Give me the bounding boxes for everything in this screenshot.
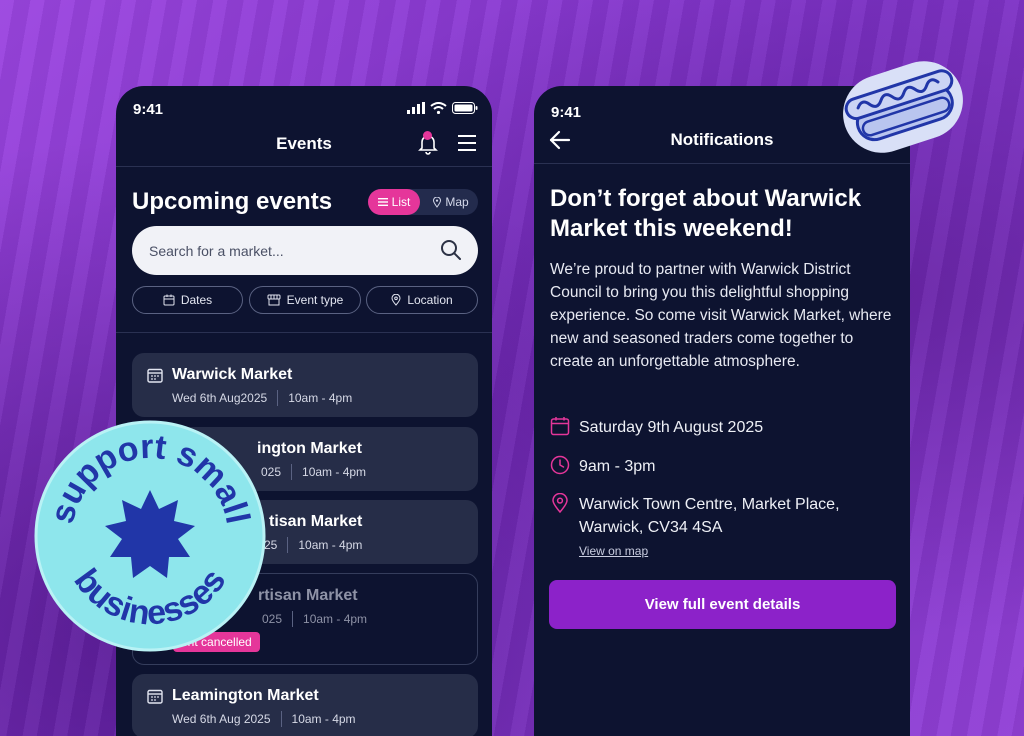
event-time: 10am - 4pm <box>302 465 367 479</box>
list-view-button[interactable]: List <box>368 189 420 215</box>
support-small-businesses-sticker: support small businesses <box>34 420 266 652</box>
notification-phone: 9:41 Notifications Don’t forget about Wa… <box>534 86 910 736</box>
wifi-icon <box>430 102 447 114</box>
events-header: Events <box>116 126 492 166</box>
event-title: rtisan Market <box>258 587 358 604</box>
view-on-map-link[interactable]: View on map <box>579 544 648 558</box>
status-icons <box>407 102 478 114</box>
map-view-label: Map <box>445 195 469 209</box>
event-title: tisan Market <box>269 513 363 530</box>
meta-separator <box>287 537 289 553</box>
event-time: 9am - 3pm <box>579 458 656 475</box>
event-title: ington Market <box>257 440 362 457</box>
filter-event-type-button[interactable]: Event type <box>249 286 361 314</box>
header-divider <box>116 166 492 167</box>
notification-dot <box>423 131 432 140</box>
clock-icon <box>550 455 570 475</box>
location-pin-icon <box>552 493 568 513</box>
meta-separator <box>292 611 294 627</box>
filter-location-button[interactable]: Location <box>366 286 478 314</box>
event-card[interactable]: Warwick Market Wed 6th Aug2025 10am - 4p… <box>132 353 478 417</box>
event-time: 10am - 4pm <box>288 391 353 405</box>
market-stall-icon <box>267 294 281 306</box>
event-date: Wed 6th Aug2025 <box>172 391 268 405</box>
calendar-icon <box>147 689 163 704</box>
event-title: Leamington Market <box>172 687 319 704</box>
list-icon <box>377 198 388 206</box>
status-bar: 9:41 <box>116 86 492 130</box>
event-location-line1: Warwick Town Centre, Market Place, <box>579 496 840 513</box>
filter-dates-button[interactable]: Dates <box>132 286 243 314</box>
search-bar <box>132 226 478 275</box>
search-input[interactable] <box>149 226 429 275</box>
event-date: Saturday 9th August 2025 <box>579 419 764 436</box>
battery-icon <box>452 102 478 114</box>
meta-separator <box>280 711 282 727</box>
status-time: 9:41 <box>133 101 164 118</box>
event-location-line2: Warwick, CV34 4SA <box>579 519 723 536</box>
filters-divider <box>116 332 492 333</box>
status-time: 9:41 <box>551 104 582 121</box>
signal-icon <box>407 102 425 114</box>
hamburger-menu-icon[interactable] <box>456 133 478 153</box>
list-view-label: List <box>391 195 411 209</box>
search-icon[interactable] <box>440 239 462 261</box>
view-event-details-button[interactable]: View full event details <box>549 580 896 629</box>
filter-label: Event type <box>286 293 344 307</box>
event-meta: 025 10am - 4pm <box>262 611 367 627</box>
view-toggle: List Map <box>368 189 478 215</box>
section-heading: Upcoming events <box>132 188 333 215</box>
filter-label: Dates <box>180 293 213 307</box>
event-meta: 025 10am - 4pm <box>261 464 366 480</box>
notification-heading: Don’t forget about Warwick Market this w… <box>550 185 862 242</box>
meta-separator <box>277 390 279 406</box>
filter-label: Location <box>407 293 453 307</box>
meta-separator <box>291 464 293 480</box>
event-meta: Wed 6th Aug 2025 10am - 4pm <box>172 711 356 727</box>
hotdog-sticker <box>843 61 963 153</box>
location-pin-icon <box>391 294 401 306</box>
calendar-icon <box>163 294 175 306</box>
event-date: Wed 6th Aug 2025 <box>172 712 271 726</box>
event-time: 10am - 4pm <box>298 538 363 552</box>
map-view-button[interactable]: Map <box>424 189 478 215</box>
event-meta: 25 10am - 4pm <box>264 537 362 553</box>
event-title: Warwick Market <box>172 366 293 383</box>
event-time: 10am - 4pm <box>291 712 356 726</box>
event-meta: Wed 6th Aug2025 10am - 4pm <box>172 390 352 406</box>
calendar-icon <box>147 368 163 383</box>
notification-body: We’re proud to partner with Warwick Dist… <box>550 261 892 370</box>
calendar-icon <box>550 417 570 436</box>
event-time: 10am - 4pm <box>303 612 368 626</box>
location-pin-icon <box>433 196 442 208</box>
event-card[interactable]: Leamington Market Wed 6th Aug 2025 10am … <box>132 674 478 736</box>
